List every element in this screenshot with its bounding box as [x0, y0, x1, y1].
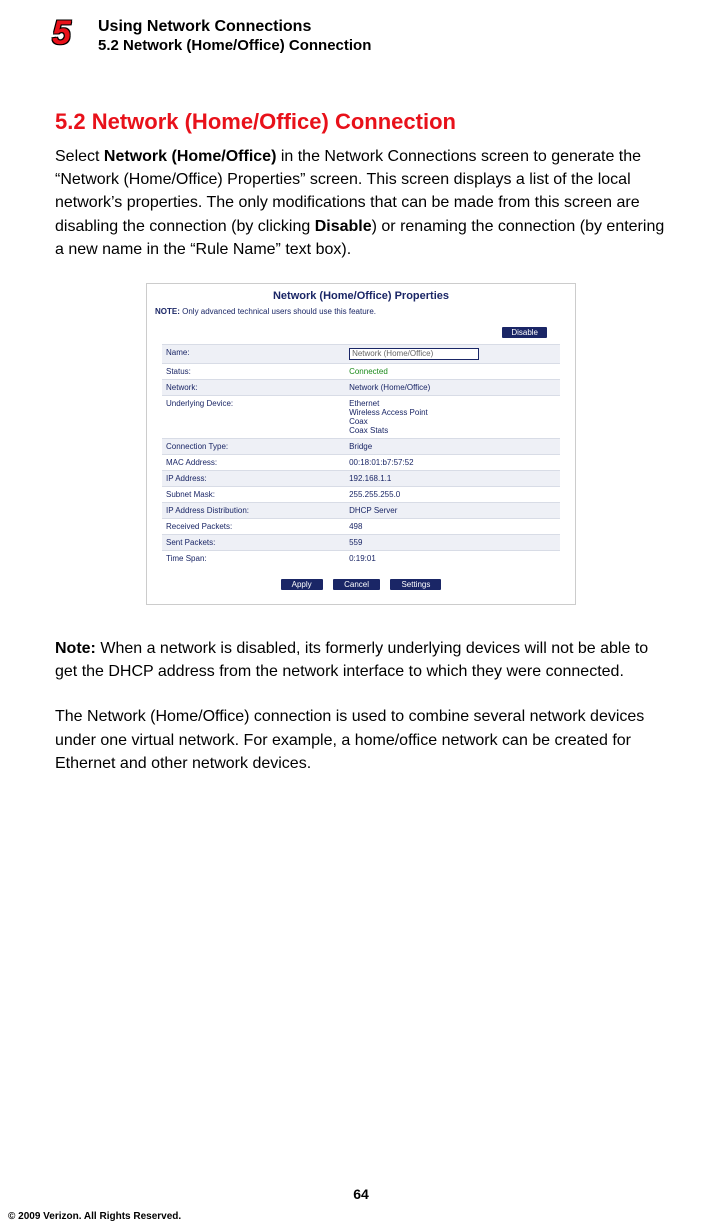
property-value: 00:18:01:b7:57:52 [345, 454, 560, 470]
property-value: 192.168.1.1 [345, 470, 560, 486]
properties-table: Name:Status:ConnectedNetwork:Network (Ho… [162, 344, 560, 566]
property-key: Subnet Mask: [162, 486, 345, 502]
properties-screenshot: Network (Home/Office) Properties NOTE: O… [146, 283, 576, 605]
table-row: Status:Connected [162, 363, 560, 379]
header-title: Using Network Connections [98, 18, 722, 36]
property-key: MAC Address: [162, 454, 345, 470]
table-row: IP Address Distribution:DHCP Server [162, 502, 560, 518]
property-key: IP Address: [162, 470, 345, 486]
property-key: Network: [162, 379, 345, 395]
table-row: Underlying Device:EthernetWireless Acces… [162, 395, 560, 438]
property-key: IP Address Distribution: [162, 502, 345, 518]
screenshot-note-label: NOTE: [155, 307, 180, 316]
page-content: 5.2 Network (Home/Office) Connection Sel… [0, 54, 722, 775]
note-paragraph: Note: When a network is disabled, its fo… [55, 637, 667, 683]
property-value: EthernetWireless Access PointCoaxCoax St… [345, 395, 560, 438]
action-bar: Apply Cancel Settings [147, 566, 575, 604]
property-key: Received Packets: [162, 518, 345, 534]
intro-bold-network: Network (Home/Office) [104, 148, 276, 165]
table-row: Sent Packets:559 [162, 534, 560, 550]
intro-text: Select [55, 148, 104, 165]
table-row: Connection Type:Bridge [162, 438, 560, 454]
intro-bold-disable: Disable [315, 218, 372, 235]
property-value: DHCP Server [345, 502, 560, 518]
property-key: Sent Packets: [162, 534, 345, 550]
property-value: Bridge [345, 438, 560, 454]
table-row: Time Span:0:19:01 [162, 550, 560, 566]
screenshot-title: Network (Home/Office) Properties [147, 284, 575, 305]
copyright: © 2009 Verizon. All Rights Reserved. [8, 1211, 181, 1222]
property-key: Time Span: [162, 550, 345, 566]
property-value: 559 [345, 534, 560, 550]
section-heading: 5.2 Network (Home/Office) Connection [55, 109, 667, 135]
table-row: Network:Network (Home/Office) [162, 379, 560, 395]
property-value: 498 [345, 518, 560, 534]
intro-paragraph: Select Network (Home/Office) in the Netw… [55, 145, 667, 261]
page-number: 64 [0, 1186, 722, 1202]
settings-button[interactable]: Settings [390, 579, 441, 590]
disable-button[interactable]: Disable [502, 327, 547, 338]
table-row: Name: [162, 344, 560, 363]
property-key: Status: [162, 363, 345, 379]
property-value: Network (Home/Office) [345, 379, 560, 395]
table-row: IP Address:192.168.1.1 [162, 470, 560, 486]
chapter-number: 5 [52, 14, 71, 53]
property-value: 255.255.255.0 [345, 486, 560, 502]
rule-name-input[interactable] [349, 348, 479, 360]
property-key: Underlying Device: [162, 395, 345, 438]
apply-button[interactable]: Apply [281, 579, 323, 590]
header-subtitle: 5.2 Network (Home/Office) Connection [98, 37, 722, 54]
property-key: Name: [162, 344, 345, 363]
description-paragraph: The Network (Home/Office) connection is … [55, 705, 667, 775]
page-header: 5 Using Network Connections 5.2 Network … [0, 0, 722, 54]
table-row: Subnet Mask:255.255.255.0 [162, 486, 560, 502]
screenshot-note: NOTE: Only advanced technical users shou… [147, 305, 575, 322]
screenshot-note-text: Only advanced technical users should use… [180, 307, 376, 316]
cancel-button[interactable]: Cancel [333, 579, 380, 590]
table-row: MAC Address:00:18:01:b7:57:52 [162, 454, 560, 470]
note-label: Note: [55, 640, 96, 657]
table-row: Received Packets:498 [162, 518, 560, 534]
property-value: Connected [345, 363, 560, 379]
property-value [345, 344, 560, 363]
property-key: Connection Type: [162, 438, 345, 454]
note-text: When a network is disabled, its formerly… [55, 640, 648, 680]
property-value: 0:19:01 [345, 550, 560, 566]
